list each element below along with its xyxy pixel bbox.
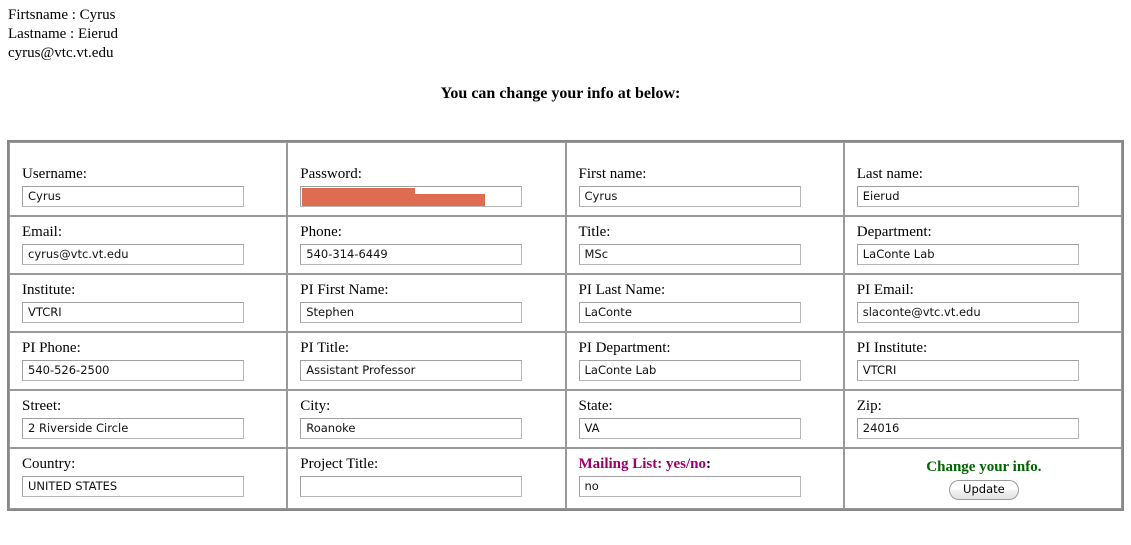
username-input[interactable]: Cyrus <box>22 186 244 207</box>
city-input[interactable]: Roanoke <box>300 418 523 439</box>
table-row: Username: Cyrus Password: First name: Cy… <box>9 142 1122 216</box>
state-input[interactable]: VA <box>578 418 801 439</box>
pi-phone-input[interactable]: 540-526-2500 <box>22 360 244 381</box>
label-pi-first-name: PI First Name: <box>300 282 389 298</box>
field-cell-pi-institute: PI Institute: VTCRI <box>843 332 1122 390</box>
mailing-list-label-text: Mailing List: yes/no <box>578 456 707 472</box>
label-country: Country: <box>22 456 76 472</box>
field-cell-state: State: VA <box>565 390 844 448</box>
field-cell-pi-last-name: PI Last Name: LaConte <box>565 274 844 332</box>
label-mailing-list: Mailing List: yes/no: <box>579 455 833 473</box>
pi-title-input[interactable]: Assistant Professor <box>300 360 523 381</box>
institute-input[interactable]: VTCRI <box>22 302 244 323</box>
label-project-title: Project Title: <box>300 456 379 472</box>
mailing-list-label-colon: : <box>706 456 712 472</box>
field-cell-pi-phone: PI Phone: 540-526-2500 <box>9 332 288 390</box>
table-row: Country: UNITED STATES Project Title: Ma… <box>9 448 1122 509</box>
field-cell-last-name: Last name: Eierud <box>843 142 1122 216</box>
identity-email: cyrus@vtc.vt.edu <box>8 45 114 61</box>
table-row: PI Phone: 540-526-2500 PI Title: Assista… <box>9 332 1122 390</box>
user-info-form-table: Username: Cyrus Password: First name: Cy… <box>7 140 1124 511</box>
label-first-name: First name: <box>578 166 647 182</box>
field-cell-email: Email: cyrus@vtc.vt.edu <box>9 216 288 274</box>
title-input[interactable]: MSc <box>578 244 801 265</box>
field-cell-country: Country: UNITED STATES <box>9 448 288 509</box>
field-cell-update: Change your info. Update <box>843 448 1122 509</box>
field-cell-pi-first-name: PI First Name: Stephen <box>287 274 566 332</box>
label-email: Email: <box>22 224 62 240</box>
password-input[interactable] <box>300 186 523 207</box>
field-cell-username: Username: Cyrus <box>9 142 288 216</box>
label-institute: Institute: <box>22 282 76 298</box>
label-pi-title: PI Title: <box>300 340 350 356</box>
update-button[interactable]: Update <box>949 480 1019 500</box>
pi-institute-input[interactable]: VTCRI <box>856 360 1079 381</box>
country-input[interactable]: UNITED STATES <box>22 476 244 497</box>
street-input[interactable]: 2 Riverside Circle <box>22 418 244 439</box>
field-cell-pi-email: PI Email: slaconte@vtc.vt.edu <box>843 274 1122 332</box>
label-username: Username: <box>22 166 87 182</box>
department-input[interactable]: LaConte Lab <box>856 244 1079 265</box>
last-name-input[interactable]: Eierud <box>856 186 1079 207</box>
field-cell-street: Street: 2 Riverside Circle <box>9 390 288 448</box>
zip-input[interactable]: 24016 <box>856 418 1079 439</box>
field-cell-phone: Phone: 540-314-6449 <box>287 216 566 274</box>
pi-department-input[interactable]: LaConte Lab <box>578 360 801 381</box>
field-cell-city: City: Roanoke <box>287 390 566 448</box>
field-cell-mailing-list: Mailing List: yes/no: no <box>565 448 844 509</box>
field-cell-department: Department: LaConte Lab <box>843 216 1122 274</box>
field-cell-title: Title: MSc <box>565 216 844 274</box>
pi-last-name-input[interactable]: LaConte <box>578 302 801 323</box>
project-title-input[interactable] <box>300 476 523 497</box>
field-cell-password: Password: <box>287 142 566 216</box>
label-state: State: <box>578 398 613 414</box>
field-cell-first-name: First name: Cyrus <box>565 142 844 216</box>
field-cell-institute: Institute: VTCRI <box>9 274 288 332</box>
field-cell-project-title: Project Title: <box>287 448 566 509</box>
label-pi-phone: PI Phone: <box>22 340 81 356</box>
label-title: Title: <box>578 224 611 240</box>
label-pi-institute: PI Institute: <box>856 340 928 356</box>
label-city: City: <box>300 398 331 414</box>
label-phone: Phone: <box>300 224 342 240</box>
table-row: Email: cyrus@vtc.vt.edu Phone: 540-314-6… <box>9 216 1122 274</box>
email-input[interactable]: cyrus@vtc.vt.edu <box>22 244 244 265</box>
field-cell-pi-title: PI Title: Assistant Professor <box>287 332 566 390</box>
identity-block: Firtsname : Cyrus Lastname : Eierud cyru… <box>0 0 1131 63</box>
label-pi-last-name: PI Last Name: <box>578 282 666 298</box>
password-redaction-bar-lower <box>302 194 486 206</box>
first-name-input[interactable]: Cyrus <box>578 186 801 207</box>
phone-input[interactable]: 540-314-6449 <box>300 244 523 265</box>
update-section-title: Change your info. <box>926 459 1042 475</box>
label-pi-email: PI Email: <box>856 282 914 298</box>
pi-first-name-input[interactable]: Stephen <box>300 302 523 323</box>
label-password: Password: <box>300 166 362 182</box>
label-zip: Zip: <box>856 398 882 414</box>
field-cell-zip: Zip: 24016 <box>843 390 1122 448</box>
identity-firstname: Firtsname : Cyrus <box>8 7 116 23</box>
label-street: Street: <box>22 398 62 414</box>
pi-email-input[interactable]: slaconte@vtc.vt.edu <box>856 302 1079 323</box>
table-row: Institute: VTCRI PI First Name: Stephen … <box>9 274 1122 332</box>
mailing-list-input[interactable]: no <box>578 476 801 497</box>
identity-lastname: Lastname : Eierud <box>8 26 118 42</box>
label-last-name: Last name: <box>856 166 923 182</box>
label-department: Department: <box>856 224 932 240</box>
table-row: Street: 2 Riverside Circle City: Roanoke… <box>9 390 1122 448</box>
label-pi-department: PI Department: <box>578 340 671 356</box>
field-cell-pi-department: PI Department: LaConte Lab <box>565 332 844 390</box>
page-title: You can change your info at below: <box>440 85 681 102</box>
